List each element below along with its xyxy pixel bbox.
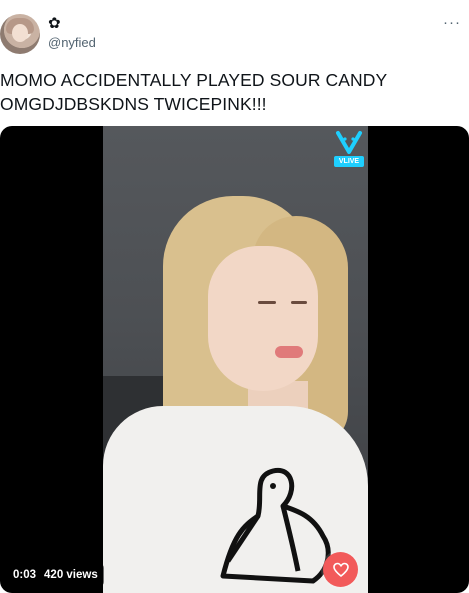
tweet-header: ✿ @nyfied ··· [0,0,469,62]
video-player[interactable]: VLIVE 0:03 420 views [0,126,469,593]
video-subject-eye-left [258,301,276,304]
avatar-face [12,24,28,42]
tweet-text-line-1: MOMO ACCIDENTALLY PLAYED SOUR CANDY [0,70,388,90]
video-info-overlay: 0:03 420 views [7,564,104,586]
finger-heart-icon [332,562,349,577]
display-name[interactable]: ✿ [48,15,61,33]
user-handle[interactable]: @nyfied [48,35,96,51]
tweet-text: MOMO ACCIDENTALLY PLAYED SOUR CANDY OMGD… [0,68,460,116]
more-options-button[interactable]: ··· [441,12,463,34]
vlive-watermark-badge: VLIVE [334,156,364,167]
more-horizontal-icon: ··· [443,14,461,31]
video-subject-eye-right [291,301,307,304]
video-subject-face [208,246,318,391]
avatar[interactable] [0,14,40,54]
video-timestamp: 0:03 [13,569,37,581]
finger-heart-button[interactable] [323,552,358,587]
video-frame[interactable] [103,126,368,593]
tweet-text-line-2: OMGDJDBSKDNS TWICEPINK!!! [0,94,267,114]
video-subject-lips [275,346,303,358]
video-view-count: 420 views [44,569,98,581]
